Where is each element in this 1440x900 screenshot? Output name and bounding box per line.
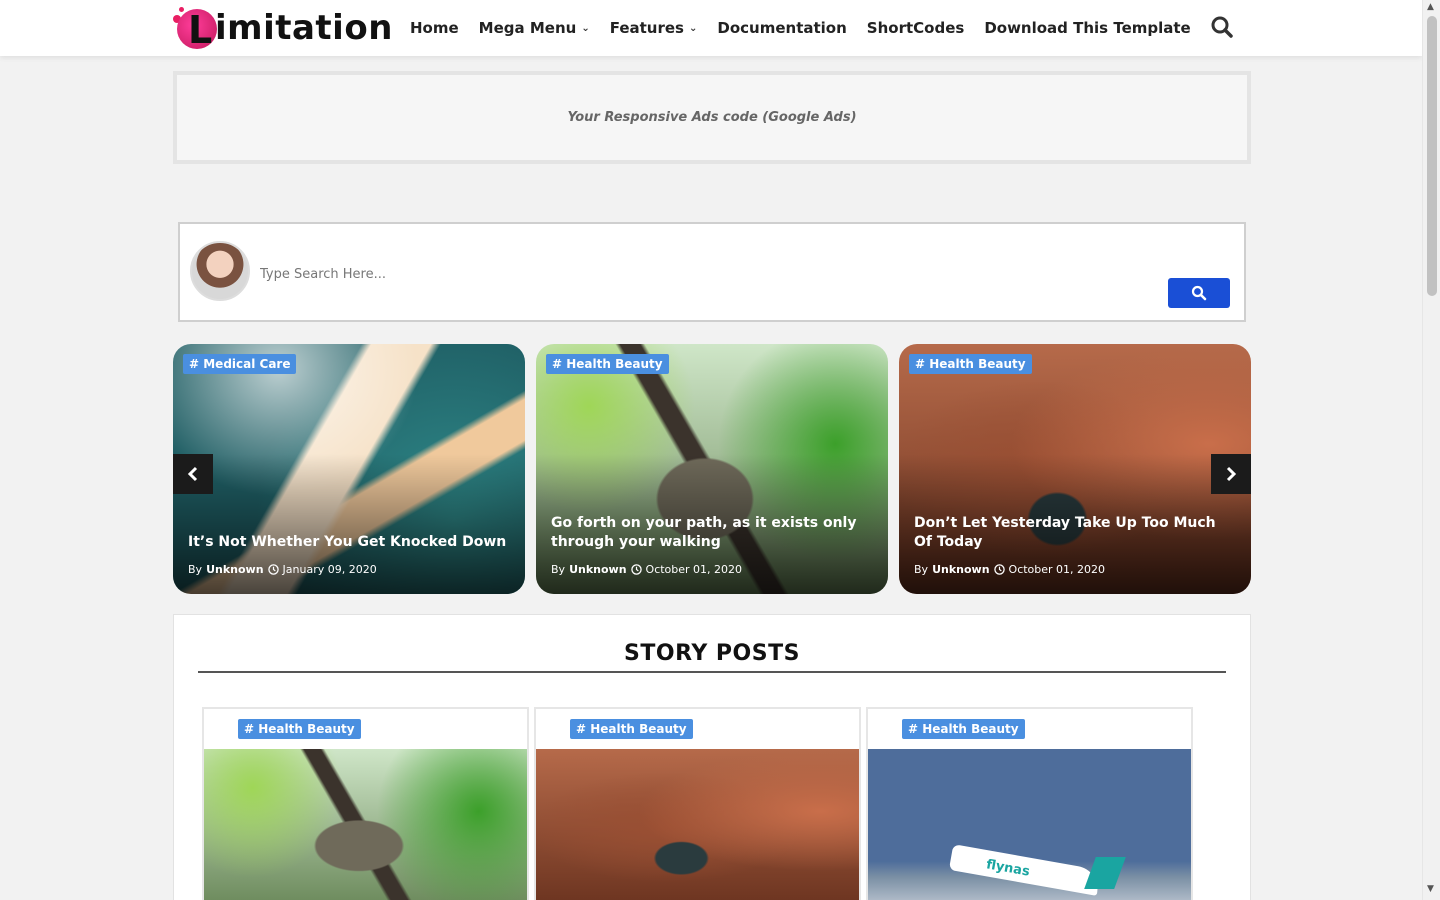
- story-image[interactable]: flynas: [868, 749, 1191, 900]
- slide-title[interactable]: Don’t Let Yesterday Take Up Too Much Of …: [914, 514, 1236, 552]
- slide-card[interactable]: # Medical Care It’s Not Whether You Get …: [173, 344, 525, 594]
- logo-letter: L: [188, 8, 213, 52]
- scroll-down-icon[interactable]: ▼: [1427, 884, 1434, 894]
- slide-title[interactable]: Go forth on your path, as it exists only…: [551, 514, 873, 552]
- slide-meta: By Unknown October 01, 2020: [551, 563, 742, 576]
- scrollbar-thumb[interactable]: [1427, 16, 1437, 296]
- nav-label: Download This Template: [984, 19, 1191, 37]
- by-label: By: [551, 563, 566, 576]
- post-date: October 01, 2020: [1008, 563, 1106, 576]
- avatar: [190, 241, 250, 301]
- slide-meta: By Unknown October 01, 2020: [914, 563, 1105, 576]
- scroll-up-icon[interactable]: ▲: [1427, 2, 1434, 12]
- category-tag[interactable]: # Health Beauty: [909, 354, 1032, 374]
- featured-slider: # Medical Care It’s Not Whether You Get …: [173, 344, 1251, 594]
- chevron-down-icon: ⌄: [689, 22, 698, 34]
- search-input[interactable]: [260, 262, 860, 286]
- ads-text: Your Responsive Ads code (Google Ads): [567, 110, 857, 125]
- search-icon: [1211, 16, 1233, 38]
- nav-label: Documentation: [717, 19, 847, 37]
- story-image[interactable]: [204, 749, 527, 900]
- section-divider: [198, 671, 1226, 673]
- nav-label: Home: [410, 19, 459, 37]
- author-name[interactable]: Unknown: [932, 563, 989, 576]
- story-image[interactable]: [536, 749, 859, 900]
- nav-mega-menu[interactable]: Mega Menu ⌄: [479, 19, 590, 37]
- section-title: STORY POSTS: [624, 641, 800, 666]
- ads-placeholder: Your Responsive Ads code (Google Ads): [173, 71, 1251, 164]
- nav-label: ShortCodes: [866, 19, 965, 37]
- search-submit-button[interactable]: [1168, 278, 1230, 308]
- main-nav: Home Mega Menu ⌄ Features ⌄ Documentation …: [410, 0, 1191, 56]
- site-logo[interactable]: L imitation: [173, 4, 393, 52]
- clock-icon: [267, 564, 279, 575]
- search-icon: [1191, 285, 1207, 301]
- site-header: L imitation Home Mega Menu ⌄ Features ⌄ Do…: [0, 0, 1422, 56]
- logo-text: imitation: [215, 8, 393, 48]
- story-card[interactable]: # Health Beauty: [202, 707, 529, 900]
- category-tag[interactable]: # Health Beauty: [570, 719, 693, 739]
- airplane-tail: [1084, 857, 1126, 889]
- slide-meta: By Unknown January 09, 2020: [188, 563, 377, 576]
- header-search-button[interactable]: [1208, 13, 1236, 41]
- chevron-left-icon: [187, 466, 198, 482]
- author-name[interactable]: Unknown: [569, 563, 626, 576]
- chevron-right-icon: [1226, 466, 1237, 482]
- story-card[interactable]: # Health Beauty: [534, 707, 861, 900]
- story-card[interactable]: flynas # Health Beauty: [866, 707, 1193, 900]
- post-date: January 09, 2020: [282, 563, 377, 576]
- nav-download-template[interactable]: Download This Template: [984, 19, 1190, 37]
- logo-badge: L: [173, 5, 221, 52]
- nav-documentation[interactable]: Documentation: [717, 19, 846, 37]
- category-tag[interactable]: # Medical Care: [183, 354, 297, 374]
- clock-icon: [630, 564, 642, 575]
- clock-icon: [993, 564, 1005, 575]
- post-date: October 01, 2020: [645, 563, 743, 576]
- search-panel: [178, 222, 1246, 322]
- author-name[interactable]: Unknown: [206, 563, 263, 576]
- slide-title[interactable]: It’s Not Whether You Get Knocked Down: [188, 533, 510, 552]
- nav-home[interactable]: Home: [410, 19, 459, 37]
- page-scrollbar[interactable]: ▲ ▼: [1422, 0, 1440, 900]
- slide-card[interactable]: # Health Beauty Go forth on your path, a…: [536, 344, 888, 594]
- nav-label: Mega Menu: [478, 19, 577, 37]
- chevron-down-icon: ⌄: [581, 22, 590, 34]
- category-tag[interactable]: # Health Beauty: [902, 719, 1025, 739]
- slider-prev-button[interactable]: [173, 454, 213, 494]
- nav-label: Features: [609, 19, 684, 37]
- nav-shortcodes[interactable]: ShortCodes: [867, 19, 965, 37]
- story-posts-section: STORY POSTS # Health Beauty # Health Bea…: [173, 614, 1251, 900]
- logo-dot: [179, 7, 184, 12]
- by-label: By: [188, 563, 203, 576]
- by-label: By: [914, 563, 929, 576]
- slide-card[interactable]: # Health Beauty Don’t Let Yesterday Take…: [899, 344, 1251, 594]
- nav-features[interactable]: Features ⌄: [610, 19, 698, 37]
- slider-next-button[interactable]: [1211, 454, 1251, 494]
- category-tag[interactable]: # Health Beauty: [238, 719, 361, 739]
- category-tag[interactable]: # Health Beauty: [546, 354, 669, 374]
